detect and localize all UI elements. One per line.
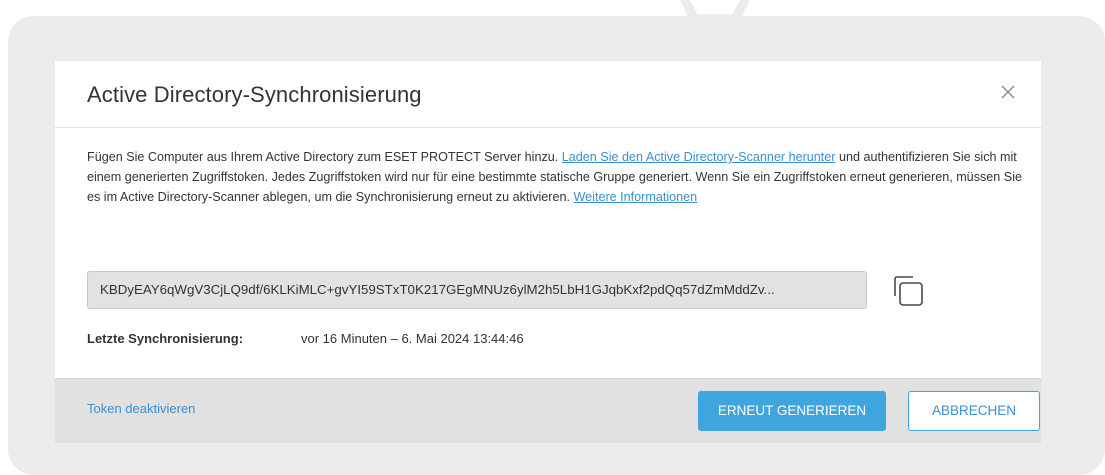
deactivate-token-link[interactable]: Token deaktivieren — [87, 401, 195, 416]
regenerate-button[interactable]: ERNEUT GENERIEREN — [698, 391, 886, 431]
token-field[interactable]: KBDyEAY6qWgV3CjLQ9df/6KLKiMLC+gvYI59STxT… — [87, 271, 867, 309]
last-sync-value: vor 16 Minuten – 6. Mai 2024 13:44:46 — [301, 331, 524, 346]
description-text-1: Fügen Sie Computer aus Ihrem Active Dire… — [87, 150, 562, 164]
last-sync-label: Letzte Synchronisierung: — [87, 331, 244, 346]
last-sync-row: Letzte Synchronisierung: vor 16 Minuten … — [87, 330, 524, 348]
token-row: KBDyEAY6qWgV3CjLQ9df/6KLKiMLC+gvYI59STxT… — [87, 271, 987, 313]
more-info-link[interactable]: Weitere Informationen — [574, 190, 698, 204]
copy-icon-glyph — [894, 276, 923, 306]
close-icon[interactable] — [997, 81, 1019, 103]
sync-dialog: Active Directory-Synchronisierung Fügen … — [55, 61, 1041, 443]
dialog-footer: Token deaktivieren ERNEUT GENERIEREN ABB… — [55, 378, 1041, 443]
dialog-description: Fügen Sie Computer aus Ihrem Active Dire… — [87, 147, 1027, 207]
backdrop-notch-cover — [690, 0, 740, 14]
dialog-header: Active Directory-Synchronisierung — [55, 61, 1041, 128]
copy-icon[interactable] — [889, 274, 929, 310]
close-icon-glyph — [1001, 85, 1015, 99]
dialog-title: Active Directory-Synchronisierung — [87, 82, 422, 107]
download-scanner-link[interactable]: Laden Sie den Active Directory-Scanner h… — [562, 150, 836, 164]
cancel-button[interactable]: ABBRECHEN — [908, 391, 1040, 431]
